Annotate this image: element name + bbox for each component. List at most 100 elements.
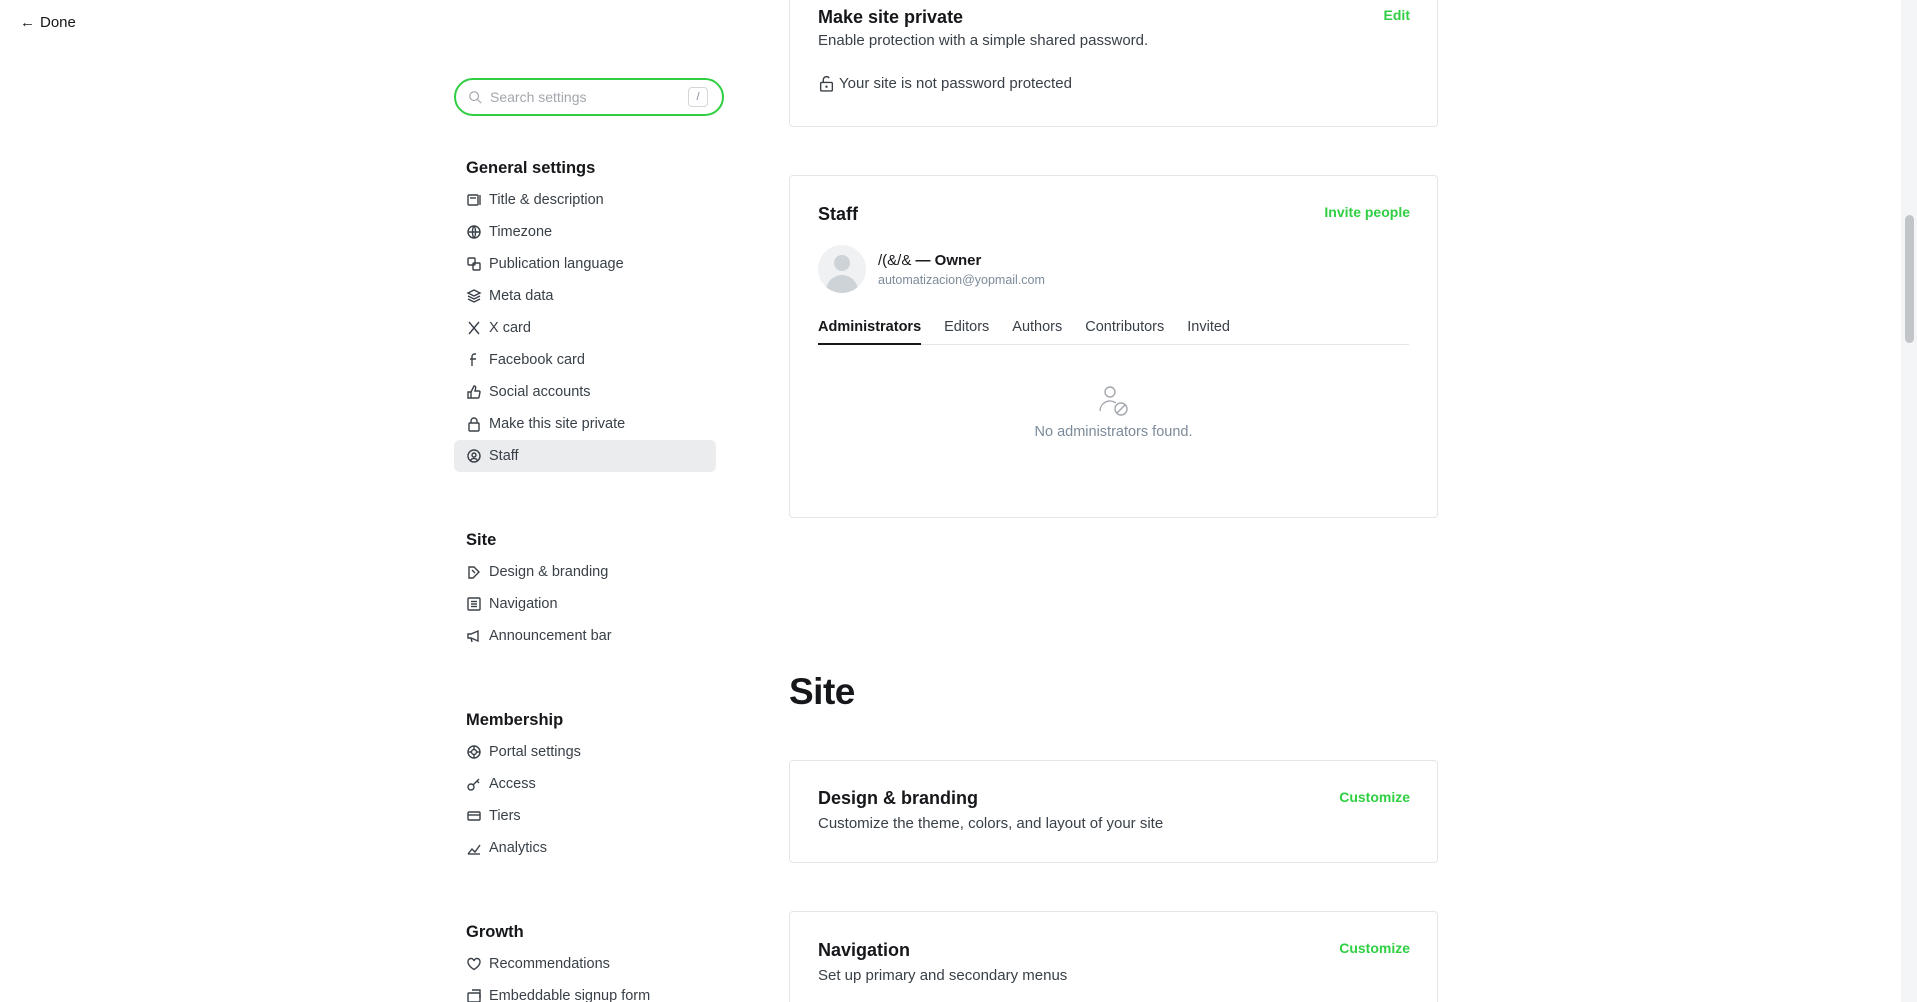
sidebar-item-recommendations[interactable]: Recommendations [454, 948, 716, 980]
nav-group: Membership Portal settings Access Tiers Anal… [454, 708, 726, 864]
tab-invited[interactable]: Invited [1187, 319, 1230, 344]
tab-editors[interactable]: Editors [944, 319, 989, 344]
sidebar-item-label: Navigation [489, 596, 558, 612]
tab-authors[interactable]: Authors [1012, 319, 1062, 344]
lock-icon [466, 416, 482, 432]
megaphone-icon [466, 628, 482, 644]
staff-tabs: Administrators Editors Authors Contributors… [818, 319, 1409, 345]
sidebar-item-facebook-card[interactable]: Facebook card [454, 344, 716, 376]
design-branding-card: Design & branding Customize the theme, c… [789, 760, 1438, 863]
sidebar-item-staff[interactable]: Staff [454, 440, 716, 472]
chart-icon [466, 840, 482, 856]
staff-card: Staff Invite people /(&/& — Owner automa… [789, 175, 1438, 518]
navigation-customize-button[interactable]: Customize [1339, 940, 1410, 956]
sidebar-nav: General settings Title & description Timez… [454, 156, 726, 1002]
nav-group: Growth Recommendations Embeddable signup f… [454, 920, 726, 1002]
empty-message: No administrators found. [1034, 424, 1193, 440]
tab-administrators[interactable]: Administrators [818, 319, 922, 345]
nav-group: General settings Title & description Timez… [454, 156, 726, 472]
sidebar-item-label: Social accounts [489, 384, 591, 400]
sidebar-item-announcement-bar[interactable]: Announcement bar [454, 620, 716, 652]
sidebar-item-label: Publication language [489, 256, 624, 272]
search-shortcut-hint: / [688, 87, 708, 107]
sidebar-item-label: Tiers [489, 808, 521, 824]
navigation-description: Set up primary and secondary menus [818, 967, 1068, 984]
page-scrollbar[interactable] [1901, 0, 1917, 1002]
sidebar-item-label: Recommendations [489, 956, 610, 972]
tiers-icon [466, 808, 482, 824]
sidebar-item-access[interactable]: Access [454, 768, 716, 800]
search-icon [469, 91, 482, 104]
x-logo-icon [466, 320, 482, 336]
facebook-icon [466, 352, 482, 368]
staff-title: Staff [818, 204, 858, 224]
owner-role: — Owner [915, 251, 982, 269]
private-site-title: Make site private [818, 7, 964, 27]
design-branding-description: Customize the theme, colors, and layout … [818, 815, 1164, 832]
nav-group-title: General settings [466, 159, 596, 177]
design-customize-button[interactable]: Customize [1339, 789, 1410, 805]
edit-button[interactable]: Edit [1384, 7, 1410, 23]
sidebar-item-label: Access [489, 776, 536, 792]
arrow-left-icon: ← [20, 14, 35, 31]
tab-contributors[interactable]: Contributors [1085, 319, 1164, 344]
sidebar-item-label: Staff [489, 448, 519, 464]
sidebar-item-timezone[interactable]: Timezone [454, 216, 716, 248]
embed-icon [466, 988, 482, 1002]
sidebar-item-publication-language[interactable]: Publication language [454, 248, 716, 280]
done-button[interactable]: ← Done [20, 14, 76, 31]
nav-group-title: Site [466, 531, 497, 549]
nav-group: Site Design & branding Navigation Announcem… [454, 528, 726, 652]
thumbs-up-icon [466, 384, 482, 400]
key-icon [466, 776, 482, 792]
search-box[interactable]: / [454, 78, 724, 116]
navigation-card: Navigation Set up primary and secondary … [789, 911, 1438, 1002]
brush-icon [466, 564, 482, 580]
search-input[interactable] [490, 89, 680, 105]
settings-sidebar: / General settings Title & description Tim… [454, 78, 726, 1002]
sidebar-item-social-accounts[interactable]: Social accounts [454, 376, 716, 408]
user-blocked-icon [1098, 386, 1128, 416]
sidebar-item-label: Analytics [489, 840, 548, 856]
sidebar-item-portal-settings[interactable]: Portal settings [454, 736, 716, 768]
nav-group-title: Membership [466, 711, 564, 729]
sidebar-item-label: Facebook card [489, 352, 585, 368]
site-section-heading: Site [789, 671, 855, 712]
nav-group-title: Growth [466, 923, 524, 941]
sidebar-item-tiers[interactable]: Tiers [454, 800, 716, 832]
sidebar-item-analytics[interactable]: Analytics [454, 832, 716, 864]
layers-icon [466, 288, 482, 304]
sidebar-item-x-card[interactable]: X card [454, 312, 716, 344]
portal-icon [466, 744, 482, 760]
sidebar-item-label: Design & branding [489, 564, 609, 580]
language-icon [466, 256, 482, 272]
scrollbar-thumb[interactable] [1905, 215, 1914, 343]
sidebar-item-navigation[interactable]: Navigation [454, 588, 716, 620]
navigation-title: Navigation [818, 940, 911, 960]
sidebar-item-meta-data[interactable]: Meta data [454, 280, 716, 312]
sidebar-item-label: Portal settings [489, 744, 581, 760]
owner-row[interactable]: /(&/& — Owner automatizacion@yopmail.com [818, 245, 1409, 293]
private-site-description: Enable protection with a simple shared p… [818, 32, 1149, 49]
sidebar-item-label: Make this site private [489, 416, 626, 432]
avatar [818, 245, 866, 293]
heart-icon [466, 956, 482, 972]
empty-state: No administrators found. [818, 383, 1409, 440]
sidebar-item-label: Timezone [489, 224, 553, 240]
title-icon [466, 192, 482, 208]
unlock-icon [819, 75, 834, 92]
password-status: Your site is not password protected [818, 75, 1409, 92]
invite-people-button[interactable]: Invite people [1324, 204, 1410, 220]
list-icon [466, 596, 482, 612]
sidebar-item-label: Title & description [489, 192, 604, 208]
globe-icon [466, 224, 482, 240]
sidebar-item-design-branding[interactable]: Design & branding [454, 556, 716, 588]
sidebar-item-make-this-site-private[interactable]: Make this site private [454, 408, 716, 440]
staff-icon [466, 448, 482, 464]
sidebar-item-embeddable-signup-form[interactable]: Embeddable signup form [454, 980, 716, 1002]
sidebar-item-title-description[interactable]: Title & description [454, 184, 716, 216]
private-site-card: Make site private Enable protection with… [789, 0, 1438, 127]
done-label: Done [40, 14, 76, 31]
sidebar-item-label: Embeddable signup form [489, 988, 651, 1002]
design-branding-title: Design & branding [818, 788, 979, 808]
